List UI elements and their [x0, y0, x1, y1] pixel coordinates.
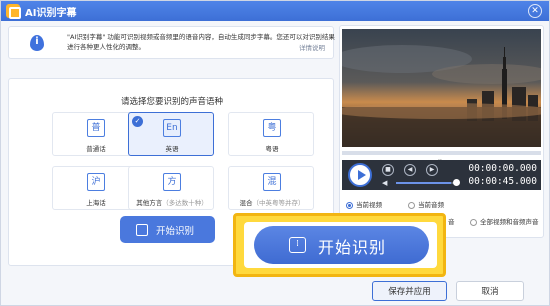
lang-option-label: 其他方言（多达数十种）: [129, 197, 215, 207]
total-time: 00:00:45.000: [468, 176, 537, 187]
start-recognition-button[interactable]: 开始识别: [120, 216, 215, 243]
city-skyline-image: [342, 29, 541, 147]
lang-label-sub: （多达数十种）: [162, 199, 208, 207]
english-icon: En: [163, 119, 181, 137]
volume-fill: [396, 182, 452, 184]
source-option-label: 当前音频: [418, 201, 444, 209]
lang-option-mandarin[interactable]: 普 普通话: [52, 112, 138, 156]
info-icon: i: [30, 35, 44, 51]
cantonese-icon: 粤: [263, 119, 281, 137]
mandarin-icon: 普: [87, 119, 105, 137]
preview-panel: ⌄ ■ ◀ ▶ ◀ 00:00:00.000 00:00:45.000 当前视频…: [339, 25, 544, 238]
lang-option-cantonese[interactable]: 粤 粤语: [228, 112, 314, 156]
lang-option-english[interactable]: ✓ En 英语: [128, 112, 214, 156]
lang-option-mixed[interactable]: 混 混合（中英粤等并存）: [228, 166, 314, 210]
source-option-label: 全部视频和音频声音: [480, 218, 539, 226]
stop-button[interactable]: ■: [382, 164, 394, 176]
dialect-icon: 方: [163, 173, 181, 191]
mixed-icon: 混: [263, 173, 281, 191]
play-button[interactable]: [348, 163, 372, 187]
lang-label-text: 其他方言: [136, 199, 163, 207]
waveform-icon: [136, 224, 148, 236]
lang-option-label: 英语: [129, 143, 215, 153]
player-controls: ■ ◀ ▶ ◀ 00:00:00.000 00:00:45.000: [342, 160, 541, 190]
lang-label-text: 上海话: [86, 199, 106, 207]
app-logo-icon: [6, 4, 21, 19]
source-option-all[interactable]: 全部视频和音频声音: [470, 216, 539, 226]
zoomed-button-label: 开始识别: [318, 238, 387, 257]
source-option-current-video[interactable]: 当前视频: [346, 199, 382, 209]
volume-slider[interactable]: [396, 182, 454, 184]
title-bar[interactable]: AI识别字幕 ✕: [1, 1, 549, 21]
lang-option-label: 粤语: [229, 143, 315, 153]
info-description: "AI识别字幕" 功能可识别视频或音频里的语音内容，自动生成同步字幕。您还可以对…: [67, 33, 335, 51]
prev-frame-button[interactable]: ◀: [404, 164, 416, 176]
highlight-callout: ⁞ 开始识别: [233, 213, 446, 277]
start-recognition-button-zoomed[interactable]: ⁞ 开始识别: [254, 226, 429, 264]
start-button-label: 开始识别: [156, 226, 195, 237]
radio-checked-icon: [346, 201, 353, 209]
lang-label-sub: （中英粤等并存）: [252, 199, 305, 207]
lang-option-label: 混合（中英粤等并存）: [229, 197, 315, 207]
volume-knob[interactable]: [453, 179, 460, 186]
radio-unchecked-icon: [408, 201, 415, 209]
lang-option-label: 普通话: [53, 143, 139, 153]
lang-option-shanghainese[interactable]: 沪 上海话: [52, 166, 138, 210]
current-time: 00:00:00.000: [468, 163, 537, 174]
video-preview[interactable]: [342, 29, 541, 147]
radio-unchecked-icon: [470, 218, 477, 226]
callout-inner: ⁞ 开始识别: [244, 222, 437, 268]
cancel-button[interactable]: 取消: [456, 281, 524, 301]
shanghainese-icon: 沪: [87, 173, 105, 191]
lang-label-text: 普通话: [86, 145, 106, 153]
info-icon-glyph: i: [35, 36, 39, 47]
waveform-icon: ⁞: [289, 237, 306, 253]
volume-icon[interactable]: ◀: [382, 179, 390, 187]
selected-check-icon: ✓: [132, 116, 143, 127]
source-option-label: 当前视频: [356, 201, 382, 209]
ai-subtitle-dialog: AI识别字幕 ✕ i "AI识别字幕" 功能可识别视频或音频里的语音内容，自动生…: [0, 0, 550, 306]
source-option-label: 音: [448, 218, 455, 226]
close-button[interactable]: ✕: [528, 4, 542, 18]
info-panel: i "AI识别字幕" 功能可识别视频或音频里的语音内容，自动生成同步字幕。您还可…: [8, 26, 335, 59]
lang-option-label: 上海话: [53, 197, 139, 207]
language-heading: 请选择您要识别的声音语种: [120, 97, 223, 107]
lang-label-text: 粤语: [265, 145, 279, 153]
details-link[interactable]: 详情说明: [299, 42, 325, 52]
lang-option-dialects[interactable]: 方 其他方言（多达数十种）: [128, 166, 214, 210]
source-option-audio-fragment: 音: [448, 216, 455, 226]
source-option-current-audio[interactable]: 当前音频: [408, 199, 444, 209]
window-title: AI识别字幕: [25, 8, 77, 19]
lang-label-text: 英语: [165, 145, 179, 153]
save-and-apply-button[interactable]: 保存并应用: [372, 281, 447, 301]
lang-label-text: 混合: [239, 199, 253, 207]
next-frame-button[interactable]: ▶: [426, 164, 438, 176]
